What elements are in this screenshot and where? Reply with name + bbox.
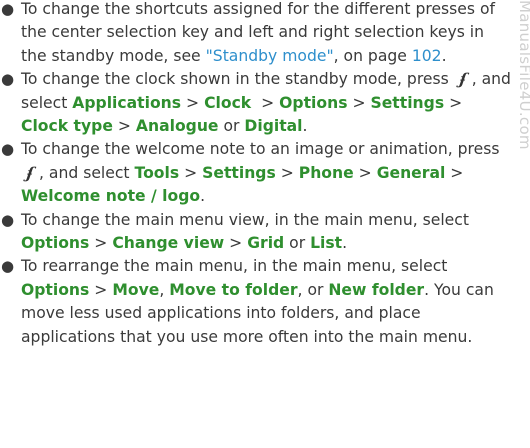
menu-path-item: Clock	[204, 93, 252, 112]
menu-path-item: Applications	[72, 93, 182, 112]
menu-path-item: Options	[279, 93, 348, 112]
document-body: ● To change the shortcuts assigned for t…	[0, 0, 512, 349]
item-text: To change the main menu view, in the mai…	[21, 210, 469, 229]
item-text: or	[289, 234, 306, 253]
standby-mode-link[interactable]: "Standby mode"	[206, 47, 334, 65]
page-link[interactable]: 102	[412, 47, 442, 65]
menu-path-item: Move	[112, 280, 160, 299]
menu-key-icon: ʄ	[458, 70, 468, 89]
menu-path-item: Grid	[247, 234, 285, 253]
menu-path-item: List	[310, 234, 343, 253]
menu-path-item: Tools	[134, 163, 180, 182]
bullet-dot: ●	[1, 257, 15, 276]
bullet-dot: ●	[1, 70, 15, 89]
menu-path-item: Options	[21, 234, 90, 253]
menu-path-item: Welcome note / logo	[21, 187, 201, 206]
list-item: ● To rearrange the main menu, in the mai…	[1, 257, 494, 346]
item-text: .	[441, 46, 447, 65]
menu-path-item: Move to folder	[169, 280, 298, 299]
instruction-list: ● To change the shortcuts assigned for t…	[0, 0, 512, 349]
item-text: , or	[297, 280, 324, 299]
watermark: ManualsFile4U.com	[516, 0, 530, 150]
item-text: .	[302, 117, 308, 136]
list-item: ● To change the welcome note to an image…	[1, 140, 500, 206]
item-text: To rearrange the main menu, in the main …	[21, 257, 448, 276]
menu-path-item: Phone	[298, 163, 354, 182]
list-item: ● To change the shortcuts assigned for t…	[0, 0, 512, 68]
bullet-dot: ●	[1, 140, 15, 159]
menu-path-item: Digital	[244, 117, 303, 136]
menu-path-item: New folder	[328, 280, 425, 299]
item-text: , and select	[39, 163, 135, 182]
menu-key-icon: ʄ	[25, 163, 35, 182]
menu-path-item: Settings	[202, 163, 276, 182]
list-item: ● To change the clock shown in the stand…	[1, 70, 511, 136]
item-text: To change the welcome note to an image o…	[21, 140, 500, 159]
menu-path-item: General	[376, 163, 446, 182]
menu-path-item: Settings	[370, 93, 445, 112]
item-text: To change the clock shown in the standby…	[21, 70, 454, 89]
bullet-dot: ●	[1, 210, 15, 229]
item-text: .	[342, 234, 348, 253]
item-text: .	[200, 187, 206, 206]
menu-path-item: Clock type	[21, 117, 113, 136]
menu-path-item: Change view	[112, 234, 225, 253]
item-text: or	[223, 117, 240, 136]
list-item: ● To change the main menu view, in the m…	[1, 210, 469, 253]
item-text: , on page	[333, 46, 412, 65]
menu-path-item: Analogue	[135, 117, 219, 136]
menu-path-item: Options	[21, 280, 90, 299]
bullet-dot: ●	[1, 0, 15, 18]
